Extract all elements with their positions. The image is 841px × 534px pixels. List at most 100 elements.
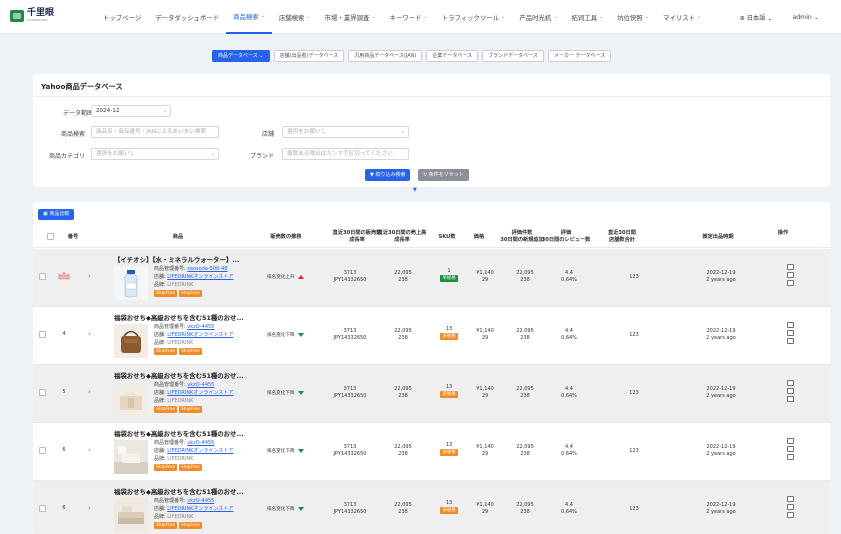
product-name[interactable]: 福袋おせち◆高級おせちを含む51種のおせ... <box>114 371 244 380</box>
nav-item-5[interactable]: キーワード ⌄ <box>383 0 435 34</box>
rank-trend: 排名变化下降 <box>267 506 304 512</box>
user-menu[interactable]: admin ⌄ <box>792 14 819 21</box>
collapse-toggle-icon[interactable]: ▼ <box>413 187 417 193</box>
tab-database-0[interactable]: 商品データベース ⌄ <box>212 50 270 62</box>
row-checkbox[interactable] <box>39 389 46 396</box>
reset-button[interactable]: ↻ 条件をリセット <box>418 169 469 181</box>
product-name[interactable]: 【イチオシ】【水・ミネラルウォーター】... <box>114 255 240 264</box>
product-name[interactable]: 福袋おせち◆高級おせちを含む51種のおせ... <box>114 429 244 438</box>
chevron-right-icon[interactable]: › <box>88 504 91 512</box>
store-link[interactable]: LIFEDRINKオンラインストア <box>167 448 233 454</box>
store-label: 店舗: <box>154 448 166 454</box>
brand-label: 品牌: <box>154 514 166 520</box>
category-select[interactable]: 選択をお願いし ⌄ <box>91 148 219 160</box>
tab-database-5[interactable]: メーカー データベース <box>547 50 612 62</box>
nav-item-10[interactable]: マイリスト ⌄ <box>656 0 708 34</box>
row-checkbox[interactable] <box>39 505 46 512</box>
chart-icon[interactable] <box>787 496 794 502</box>
reviews-value-main: 22,095 <box>516 444 534 450</box>
row-checkbox[interactable] <box>39 273 46 280</box>
nav-item-9[interactable]: 坑位快照 ⌄ <box>610 0 656 34</box>
manage-no-link[interactable]: vkzO-4455 <box>187 382 214 388</box>
tab-label: 汎用商品データベース(JAN) <box>354 53 417 59</box>
manage-no-link[interactable]: zaosoda-500-48 <box>187 266 227 272</box>
chevron-right-icon[interactable]: › <box>88 446 91 454</box>
brand-label: 品牌: <box>154 456 166 462</box>
chart-icon[interactable] <box>787 438 794 444</box>
store-link[interactable]: LIFEDRINKオンラインストア <box>167 332 233 338</box>
rank-trend-label: 排名变化上升 <box>267 275 295 280</box>
edit-icon[interactable] <box>787 272 794 278</box>
product-search-input[interactable]: 商品名・商品番号・JANによるあいまい検索 <box>91 126 219 138</box>
edit-icon[interactable] <box>787 388 794 394</box>
date-value: 2022-12-19 2 years ago <box>698 444 744 458</box>
chevron-right-icon[interactable]: › <box>88 330 91 338</box>
date-range-select[interactable]: 2024-12 ⌄ <box>91 105 171 117</box>
edit-icon[interactable] <box>787 330 794 336</box>
tag-line: ShipFree ShipFree <box>154 289 233 297</box>
search-button[interactable]: ▼ 絞り込み検索 <box>365 169 411 181</box>
product-thumbnail[interactable] <box>114 440 148 474</box>
chevron-right-icon[interactable]: › <box>88 388 91 396</box>
language-selector[interactable]: ⊕ 日本語 ⌄ <box>740 13 773 22</box>
tab-label: メーカー データベース <box>553 53 606 59</box>
logo[interactable]: 千里眼 CLAIRVOYANT <box>10 9 54 22</box>
nav-item-2[interactable]: 商品検索 ⌄ <box>226 0 272 34</box>
mail-icon[interactable] <box>787 338 794 344</box>
rating-value: 4.4 0.64% <box>551 270 587 284</box>
rank-trend: 排名变化下降 <box>267 448 304 454</box>
sales-value-sub: JPY14332650 <box>333 393 367 399</box>
store-link[interactable]: LIFEDRINKオンラインストア <box>167 390 233 396</box>
edit-icon[interactable] <box>787 446 794 452</box>
nav-item-4[interactable]: 市場・業界調査 ⌄ <box>318 0 383 34</box>
rating-value: 4.4 0.64% <box>551 328 587 342</box>
brand-input[interactable]: 複数ある場合はカンマで区切ってください <box>282 148 409 160</box>
tab-database-2[interactable]: 汎用商品データベース(JAN) <box>348 50 423 62</box>
product-name[interactable]: 福袋おせち◆高級おせちを含む51種のおせ... <box>114 313 244 322</box>
store-select[interactable]: 選択をお願いし ⌄ <box>282 126 409 138</box>
row-checkbox[interactable] <box>39 331 46 338</box>
mail-icon[interactable] <box>787 396 794 402</box>
edit-icon[interactable] <box>787 504 794 510</box>
chart-icon[interactable] <box>787 264 794 270</box>
table-row: 5 › 福袋おせち◆高級おせちを含む51種のおせ... 商品管理番号: vkzO-44… <box>33 365 830 423</box>
product-thumbnail[interactable] <box>114 266 148 300</box>
select-all-checkbox[interactable] <box>47 233 54 240</box>
chart-icon[interactable] <box>787 322 794 328</box>
nav-item-0[interactable]: トップページ <box>96 0 148 34</box>
nav-item-6[interactable]: トラフィックツール ⌄ <box>435 0 513 34</box>
store-link[interactable]: LIFEDRINKオンラインストア <box>167 506 233 512</box>
product-thumbnail[interactable] <box>114 498 148 532</box>
brand-line: 品牌: LIFEDRINK <box>154 513 233 521</box>
mail-icon[interactable] <box>787 512 794 518</box>
chart-icon[interactable] <box>787 380 794 386</box>
mail-icon[interactable] <box>787 280 794 286</box>
manage-no-link[interactable]: vkzO-4455 <box>187 498 214 504</box>
reviews-value-sub: 238 <box>520 451 530 457</box>
product-name[interactable]: 福袋おせち◆高級おせちを含む51種のおせ... <box>114 487 244 496</box>
tab-database-4[interactable]: ブランドデータベース <box>482 50 544 62</box>
nav-item-3[interactable]: 店舗検索 ⌄ <box>272 0 318 34</box>
header-number: 番号 <box>67 234 79 240</box>
row-checkbox[interactable] <box>39 447 46 454</box>
sku-badge: 多规格 <box>440 391 458 398</box>
revenue-value-main: 22,095 <box>394 328 412 334</box>
mail-icon[interactable] <box>787 454 794 460</box>
nav-item-8[interactable]: 拓词工具 ⌄ <box>565 0 611 34</box>
manage-no-link[interactable]: vkzO-4455 <box>187 324 214 330</box>
nav-item-7[interactable]: 产品时光机 ⌄ <box>512 0 564 34</box>
sales-value-sub: JPY14332650 <box>333 509 367 515</box>
tab-database-3[interactable]: 企業データベース <box>426 50 479 62</box>
chevron-right-icon[interactable]: › <box>88 272 91 280</box>
product-thumbnail[interactable] <box>114 382 148 416</box>
nav-item-label: 市場・業界調査 <box>324 13 370 22</box>
rating-value: 4.4 0.64% <box>551 444 587 458</box>
store-link[interactable]: LIFEDRINKオンラインストア <box>167 274 233 280</box>
product-thumbnail[interactable] <box>114 324 148 358</box>
nav-item-1[interactable]: データダッシュボード <box>148 0 226 34</box>
manage-no-link[interactable]: vkzO-4455 <box>187 440 214 446</box>
manage-no-line: 商品管理番号: vkzO-4455 <box>154 497 233 505</box>
compare-button[interactable]: ▣ 商品比較 <box>38 209 75 220</box>
header-listings: 直近30日間 店舗数合計 <box>599 230 645 243</box>
tab-database-1[interactable]: 店舗(出品者)データベース <box>273 50 345 62</box>
